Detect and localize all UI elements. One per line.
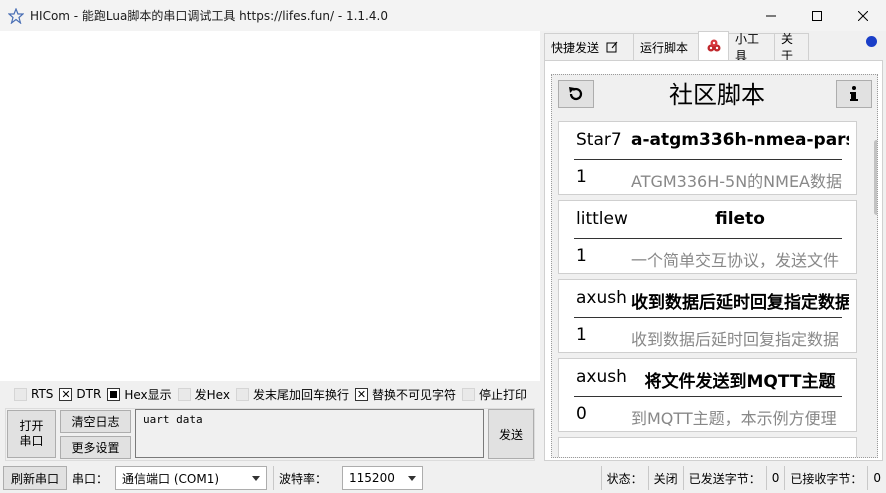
maximize-icon [812,10,822,21]
port-label: 串口： [72,471,109,486]
sent-bytes-label: 已发送字节： [684,466,767,490]
tab-community-scripts[interactable] [698,31,729,60]
script-desc: 到MQTT主题，本示例方便理 [631,409,837,428]
clear-log-button[interactable]: 清空日志 [60,410,131,433]
script-desc: ATGM336H-5N的NMEA数据 [631,172,843,191]
card-divider [574,317,842,318]
open-port-button[interactable]: 打开 串口 [7,410,56,458]
script-card[interactable]: axushi 收到数据后延时回复指定数据 1 收到数据后延时回复指定数据 [558,279,857,353]
replace-invisible-checkbox[interactable]: ✕ 替换不可见字符 [354,386,456,403]
script-author: Star7 [576,130,622,150]
recv-bytes-value: 0 [873,471,881,485]
panel-title: 社区脚本 [669,80,765,109]
replace-invisible-checkbox-box[interactable]: ✕ [354,387,368,401]
script-stars: 0 [576,404,587,424]
send-hex-checkbox[interactable]: 发Hex [177,386,230,403]
chevron-down-icon [408,476,417,481]
script-stars: 1 [576,167,587,187]
script-name: a-atgm336h-nmea-parse [631,130,849,150]
refresh-icon [569,87,583,101]
append-crlf-checkbox-box[interactable] [235,387,249,401]
maximize-button[interactable] [794,0,840,31]
stop-print-checkbox[interactable]: 停止打印 [462,386,527,403]
log-output[interactable] [0,31,540,381]
info-icon [850,86,858,101]
tab-about-label: 关于 [781,32,794,63]
script-card[interactable]: axushild 将文件发送到MQTT主题 0 到MQTT主题，本示例方便理 [558,358,857,432]
tab-tools-label: 小工具 [735,32,760,63]
rts-label: RTS [31,387,54,401]
more-settings-button[interactable]: 更多设置 [60,436,131,459]
append-crlf-checkbox[interactable]: 发末尾加回车换行 [235,386,349,403]
close-button[interactable] [840,0,886,31]
refresh-port-button[interactable]: 刷新串口 [3,466,67,490]
baud-select[interactable]: 115200 [342,466,424,490]
stop-print-label: 停止打印 [479,387,528,402]
script-author: axushild [576,367,628,387]
script-stars: 1 [576,325,587,345]
info-button[interactable] [836,80,872,108]
chevron-down-icon [252,476,261,481]
script-name: 将文件发送到MQTT主题 [644,372,836,392]
baud-select-value: 115200 [349,471,395,485]
dtr-checkbox[interactable]: ✕ DTR [59,387,101,401]
stop-print-checkbox-box[interactable] [462,387,475,401]
hex-show-label: Hex显示 [124,387,172,402]
dtr-checkbox-box[interactable]: ✕ [59,387,73,401]
tab-quick-send[interactable]: 快捷发送 [544,33,634,60]
close-icon [858,10,868,21]
status-bar: 刷新串口 串口： 通信端口 (COM1) 波特率： 115200 状态： 关闭 … [0,463,886,493]
script-desc: 收到数据后延时回复指定数据 [631,330,840,349]
append-crlf-label: 发末尾加回车换行 [252,387,349,402]
send-hex-checkbox-box[interactable] [177,387,191,401]
recv-bytes-label: 已接收字节： [785,466,869,490]
card-divider [574,396,842,397]
scripts-list-container[interactable]: 社区脚本 Star7 a-atgm336h-nmea-parse 1 ATGM3… [551,74,878,458]
rts-checkbox-box[interactable] [14,387,27,401]
tab-quick-send-label: 快捷发送 [551,40,600,55]
right-panel-tabs: 快捷发送 运行脚本 小工具 关于 [544,31,809,63]
edit-icon [606,41,618,53]
send-hex-label: 发Hex [194,387,230,402]
card-divider [574,159,842,160]
dtr-label: DTR [76,387,102,401]
send-data-input[interactable]: uart data [135,409,484,458]
minimize-icon [766,15,776,16]
tab-tools[interactable]: 小工具 [728,32,775,63]
baud-label: 波特率： [273,466,332,490]
community-scripts-panel: 社区脚本 Star7 a-atgm336h-nmea-parse 1 ATGM3… [544,60,883,461]
minimize-button[interactable] [748,0,794,31]
refresh-scripts-button[interactable] [558,80,594,108]
script-author: littlewhi [576,209,628,229]
state-label: 状态： [600,466,649,490]
options-row: RTS ✕ DTR Hex显示 发Hex 发末尾加回车换行 ✕ 替换不可见字符 停止… [14,385,533,403]
globe-icon[interactable] [866,36,877,47]
scrollbar-thumb[interactable] [874,140,877,215]
script-name: 收到数据后延时回复指定数据 [631,293,849,313]
app-logo-icon [8,7,24,24]
tab-run-script[interactable]: 运行脚本 [633,33,699,60]
window-title: HICom - 能跑Lua脚本的串口调试工具 https://lifes.fun… [30,9,388,23]
community-script-icon [707,39,720,52]
tab-run-script-label: 运行脚本 [640,40,689,55]
state-value: 关闭 [649,466,684,490]
replace-invisible-label: 替换不可见字符 [371,387,456,402]
script-card[interactable]: Star7 a-atgm336h-nmea-parse 1 ATGM336H-5… [558,121,857,195]
script-name: fileto [715,209,765,229]
hex-show-checkbox[interactable]: Hex显示 [107,386,172,403]
script-author: axushi [576,288,628,308]
hex-show-checkbox-box[interactable] [107,387,121,401]
card-divider [574,238,842,239]
tab-about[interactable]: 关于 [774,32,809,63]
sent-bytes-value: 0 [767,466,786,490]
port-select[interactable]: 通信端口 (COM1) [115,466,268,490]
send-button[interactable]: 发送 [488,409,534,459]
script-card[interactable] [558,437,857,457]
script-card[interactable]: littlewhi fileto 1 一个简单交互协议，发送文件 [558,200,857,274]
port-select-value: 通信端口 (COM1) [122,471,220,486]
rts-checkbox[interactable]: RTS [14,387,53,401]
script-desc: 一个简单交互协议，发送文件 [631,251,840,270]
script-stars: 1 [576,246,587,266]
title-bar: HICom - 能跑Lua脚本的串口调试工具 https://lifes.fun… [0,0,886,31]
